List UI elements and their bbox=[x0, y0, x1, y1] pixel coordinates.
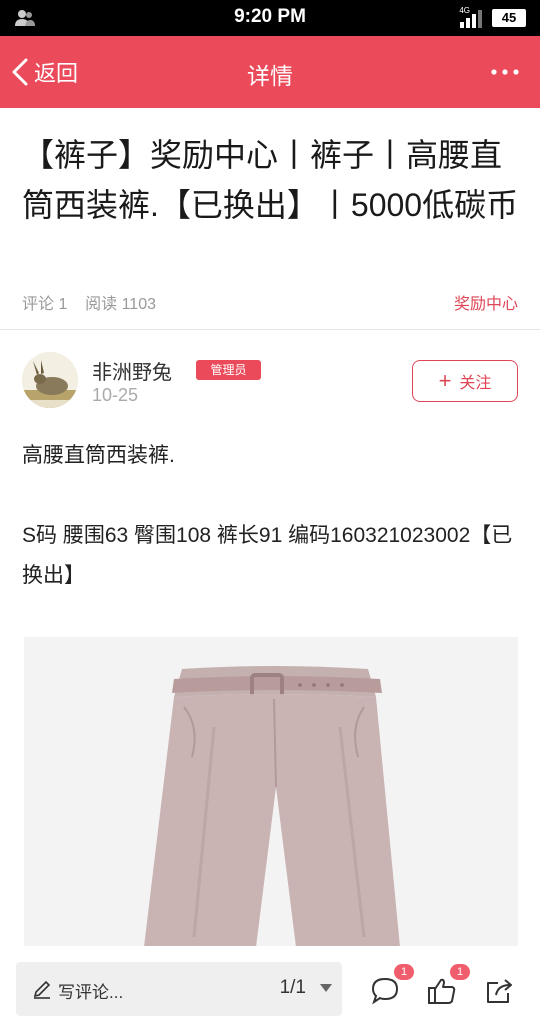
pen-icon bbox=[33, 980, 51, 999]
post-meta: 评论 1 阅读 1103 奖励中心 bbox=[22, 290, 518, 314]
comment-count: 评论 1 bbox=[22, 296, 68, 313]
category-link[interactable]: 奖励中心 bbox=[454, 290, 518, 314]
page-title: 详情 bbox=[247, 63, 293, 89]
trousers-picture-icon bbox=[24, 637, 518, 947]
divider bbox=[0, 329, 540, 330]
share-button[interactable] bbox=[482, 974, 516, 1008]
follow-button[interactable]: + 关注 bbox=[412, 360, 518, 402]
post-title: 【裤子】奖励中心丨裤子丨高腰直筒西装裤.【已换出】丨5000低碳币 bbox=[22, 137, 519, 223]
signal-icon bbox=[460, 10, 482, 28]
comment-input[interactable]: 写评论... 1/1 bbox=[16, 962, 342, 1016]
status-bar: 9:20 PM 4G 45 bbox=[0, 0, 540, 36]
admin-badge: 管理员 bbox=[196, 360, 261, 380]
avatar[interactable] bbox=[22, 352, 78, 408]
chevron-down-icon[interactable] bbox=[320, 984, 332, 992]
hare-picture-icon bbox=[22, 352, 78, 408]
comments-button[interactable] bbox=[368, 974, 402, 1008]
speech-bubble-icon bbox=[371, 977, 399, 1005]
battery-level: 45 bbox=[492, 9, 526, 27]
post-date: 10-25 bbox=[92, 385, 139, 405]
follow-label: 关注 bbox=[459, 375, 492, 392]
read-count: 阅读 1103 bbox=[85, 296, 156, 313]
plus-icon: + bbox=[438, 368, 452, 393]
bottom-bar: 写评论... 1/1 1 1 bbox=[0, 946, 540, 1030]
comment-placeholder: 写评论... bbox=[58, 983, 124, 1002]
likes-badge: 1 bbox=[450, 964, 470, 980]
author-name[interactable]: 非洲野兔 bbox=[92, 356, 172, 385]
share-icon bbox=[487, 979, 512, 1003]
more-horizontal-icon[interactable] bbox=[490, 62, 520, 82]
page-indicator[interactable]: 1/1 bbox=[280, 977, 306, 999]
product-image[interactable] bbox=[24, 637, 518, 947]
comments-badge: 1 bbox=[394, 964, 414, 980]
content-paragraph: 高腰直筒西装裤. bbox=[22, 444, 175, 467]
post-content: 高腰直筒西装裤. S码 腰围63 臀围108 裤长91 编码1603210230… bbox=[22, 436, 522, 636]
navigation-bar: 返回 详情 bbox=[0, 36, 540, 108]
content-paragraph: S码 腰围63 臀围108 裤长91 编码160321023002【已换出】 bbox=[22, 524, 513, 587]
